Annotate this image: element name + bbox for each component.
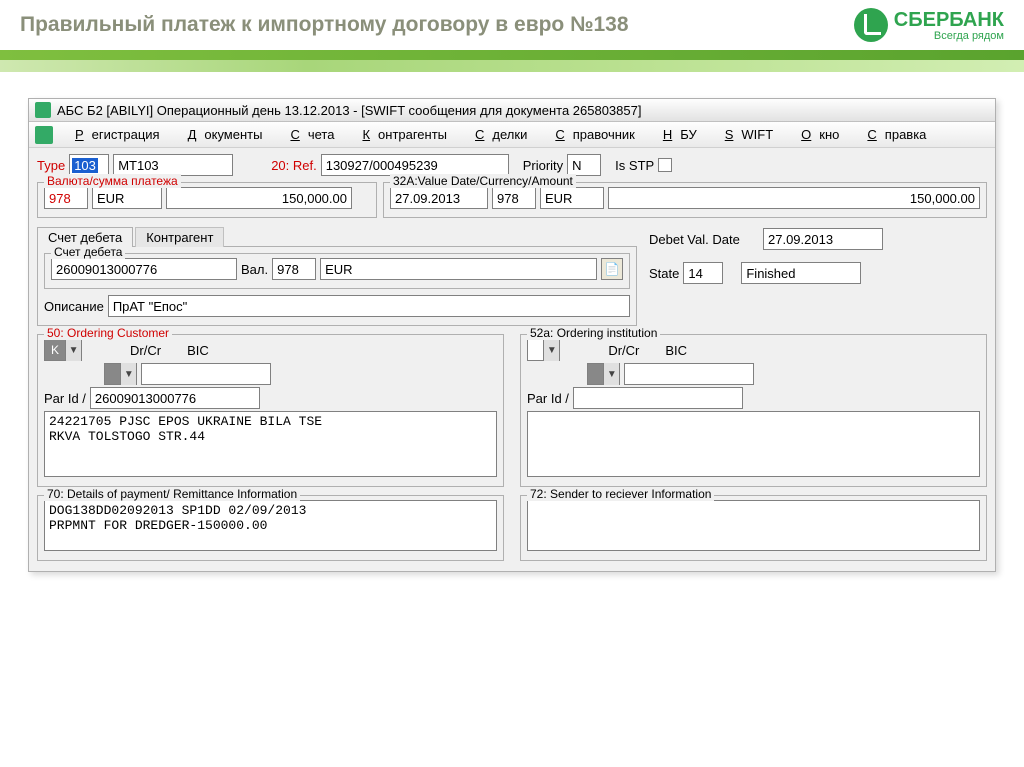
menu-help[interactable]: Справка (851, 125, 934, 144)
divider-band (0, 50, 1024, 60)
val-cur-field[interactable] (320, 258, 597, 280)
vda-group-legend: 32A:Value Date/Currency/Amount (390, 174, 576, 188)
f50-drcr-label: Dr/Cr (130, 343, 161, 358)
f50-k-dropdown[interactable]: K▼ (44, 339, 82, 361)
val-code-field[interactable] (272, 258, 316, 280)
isstp-checkbox[interactable] (658, 158, 672, 172)
window-title: АБС Б2 [ABILYI] Операционный день 13.12.… (57, 103, 641, 118)
mt-field[interactable] (113, 154, 233, 176)
f50-legend: 50: Ordering Customer (44, 326, 172, 340)
menu-contragents[interactable]: Контрагенты (346, 125, 455, 144)
priority-field[interactable] (567, 154, 601, 176)
menu-app-icon (35, 126, 53, 144)
tab-debit-account[interactable]: Счет дебета (37, 227, 133, 247)
f52-drcr-dropdown[interactable]: ▼ (587, 363, 620, 385)
menu-accounts[interactable]: Счета (274, 125, 342, 144)
ref-field[interactable] (321, 154, 509, 176)
debet-date-label: Debet Val. Date (649, 232, 759, 247)
brand-block: СБЕРБАНК Всегда рядом (854, 8, 1004, 42)
state-label: State (649, 266, 679, 281)
menu-window[interactable]: Окно (785, 125, 847, 144)
desc-label: Описание (44, 299, 104, 314)
debit-account-field[interactable] (51, 258, 237, 280)
f50-parid-label: Par Id / (44, 391, 86, 406)
currency-name-field[interactable] (92, 187, 162, 209)
debit-group-legend: Счет дебета (51, 245, 125, 259)
f52-parid-label: Par Id / (527, 391, 569, 406)
f50-bic-label: BIC (187, 343, 209, 358)
menu-reference[interactable]: Справочник (539, 125, 643, 144)
brand-name: СБЕРБАНК (894, 9, 1004, 32)
state-field[interactable] (683, 262, 723, 284)
vda-date-field[interactable] (390, 187, 488, 209)
f52-legend: 52a: Ordering institution (527, 326, 660, 340)
chevron-down-icon: ▼ (120, 363, 136, 385)
f52-bic-field[interactable] (624, 363, 754, 385)
f50-drcr-dropdown[interactable]: ▼ (104, 363, 137, 385)
app-window: АБС Б2 [ABILYI] Операционный день 13.12.… (28, 98, 996, 572)
f50-bic-field[interactable] (141, 363, 271, 385)
sberbank-logo-icon (854, 8, 888, 42)
menu-swift[interactable]: SWIFT (709, 125, 781, 144)
f70-legend: 70: Details of payment/ Remittance Infor… (44, 487, 300, 501)
f50-body[interactable] (44, 411, 497, 477)
menu-bar: Регистрация Документы Счета Контрагенты … (29, 122, 995, 148)
priority-label: Priority (523, 158, 563, 173)
desc-field[interactable] (108, 295, 630, 317)
menu-registration[interactable]: Регистрация (59, 125, 168, 144)
f50-parid-field[interactable] (90, 387, 260, 409)
type-label: Type (37, 158, 65, 173)
menu-documents[interactable]: Документы (172, 125, 271, 144)
f52-bic-label: BIC (665, 343, 687, 358)
menu-nbu[interactable]: НБУ (647, 125, 705, 144)
debet-date-field[interactable] (763, 228, 883, 250)
chevron-down-icon: ▼ (543, 339, 559, 361)
currency-group-legend: Валюта/сумма платежа (44, 174, 181, 188)
vda-code-field[interactable] (492, 187, 536, 209)
f72-body[interactable] (527, 500, 980, 551)
menu-deals[interactable]: Сделки (459, 125, 535, 144)
type-code-field[interactable]: 103 (69, 154, 109, 176)
vda-cur-field[interactable] (540, 187, 604, 209)
window-title-bar: АБС Б2 [ABILYI] Операционный день 13.12.… (29, 99, 995, 122)
divider-band-light (0, 60, 1024, 72)
val-label: Вал. (241, 262, 268, 277)
f72-legend: 72: Sender to reciever Information (527, 487, 714, 501)
chevron-down-icon: ▼ (65, 339, 81, 361)
isstp-label: Is STP (615, 158, 654, 173)
f52-drcr-label: Dr/Cr (608, 343, 639, 358)
app-icon (35, 102, 51, 118)
state-text-field[interactable] (741, 262, 861, 284)
browse-account-icon[interactable]: 📄 (601, 258, 623, 280)
chevron-down-icon: ▼ (603, 363, 619, 385)
vda-amount-field[interactable] (608, 187, 980, 209)
currency-code-field[interactable] (44, 187, 88, 209)
f52-parid-field[interactable] (573, 387, 743, 409)
amount-field[interactable] (166, 187, 352, 209)
tab-contragent[interactable]: Контрагент (135, 227, 224, 247)
f70-body[interactable] (44, 500, 497, 551)
ref-label: 20: Ref. (271, 158, 317, 173)
f52-type-dropdown[interactable]: ▼ (527, 339, 560, 361)
f52-body[interactable] (527, 411, 980, 477)
slide-title: Правильный платеж к импортному договору … (20, 13, 629, 37)
